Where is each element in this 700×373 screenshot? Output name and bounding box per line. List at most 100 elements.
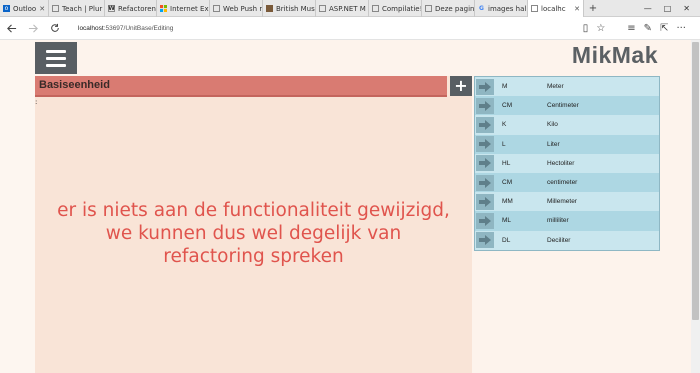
select-arrow-icon[interactable]	[476, 97, 494, 114]
unit-list: M Meter CM Centimeter K Kilo L Liter HL Hectolite…	[474, 76, 660, 251]
unit-row[interactable]: CM Centimeter	[475, 96, 659, 116]
tab-web-push[interactable]: Web Push r	[210, 0, 263, 17]
share-icon[interactable]: ⇱	[660, 23, 668, 34]
unit-name: Meter	[547, 83, 564, 91]
unit-row[interactable]: K Kilo	[475, 115, 659, 135]
close-tab-icon[interactable]: ✕	[36, 5, 45, 13]
tab-images[interactable]: G images hall	[475, 0, 528, 17]
tab-outlook[interactable]: o Outloo ✕	[0, 0, 49, 17]
page-content: MikMak Basiseenheid + : er is niets aan …	[0, 40, 700, 373]
window-controls: — □ ✕	[644, 0, 700, 16]
select-arrow-icon[interactable]	[476, 212, 494, 229]
info-message: er is niets aan de functionaliteit gewij…	[57, 200, 450, 267]
url-path: :53697/UnitBase/Editing	[103, 24, 174, 32]
select-arrow-icon[interactable]	[476, 232, 494, 249]
web-note-icon[interactable]: ✎	[644, 23, 652, 34]
unit-code: CM	[502, 179, 513, 187]
select-arrow-icon[interactable]	[476, 116, 494, 133]
hub-icon[interactable]: ≡	[627, 23, 635, 34]
panel-title: Basiseenheid	[39, 79, 110, 91]
tab-label: British Mus	[276, 4, 315, 13]
page-icon	[213, 5, 220, 12]
google-icon: G	[479, 5, 484, 12]
maximize-icon[interactable]: □	[664, 4, 672, 13]
scrollbar-thumb[interactable]	[692, 42, 699, 320]
tab-label: Compilatie!	[382, 4, 422, 13]
app-brand: MikMak	[571, 42, 658, 68]
browser-window: o Outloo ✕ Teach | Plur W Refactoren Int…	[0, 0, 700, 373]
unit-code: M	[502, 83, 508, 91]
unit-row[interactable]: M Meter	[475, 77, 659, 97]
unit-name: Hectoliter	[547, 159, 575, 167]
unit-name: Centimeter	[547, 102, 579, 110]
url-host: localhost	[78, 24, 104, 32]
menu-bar-icon	[46, 56, 66, 60]
tab-localhost[interactable]: localhc ✕	[528, 0, 584, 17]
tab-label: Outloo	[13, 4, 37, 13]
close-window-icon[interactable]: ✕	[683, 4, 690, 13]
unit-name: milliliter	[547, 217, 569, 225]
close-tab-icon[interactable]: ✕	[571, 5, 580, 13]
tab-compilatie[interactable]: Compilatie!	[369, 0, 422, 17]
unit-code: MM	[502, 198, 513, 206]
url-field[interactable]: localhost:53697/UnitBase/Editing	[78, 25, 583, 32]
reading-view-icon[interactable]: ▯	[583, 23, 589, 34]
select-arrow-icon[interactable]	[476, 136, 494, 153]
panel-header: Basiseenheid	[35, 76, 447, 97]
hamburger-menu-button[interactable]	[35, 42, 77, 74]
page-icon	[319, 5, 326, 12]
unit-code: K	[502, 121, 507, 129]
select-arrow-icon[interactable]	[476, 155, 494, 172]
tab-aspnet[interactable]: ASP.NET M	[316, 0, 369, 17]
outlook-icon: o	[3, 5, 10, 12]
unit-row[interactable]: ML milliliter	[475, 211, 659, 231]
browser-actions: ▯ ☆ ≡ ✎ ⇱ ···	[583, 23, 700, 34]
unit-row[interactable]: CM centimeter	[475, 173, 659, 193]
unit-name: Millemeter	[547, 198, 577, 206]
menu-bar-icon	[46, 63, 66, 67]
tab-label: Web Push r	[223, 4, 263, 13]
unit-row[interactable]: L Liter	[475, 134, 659, 154]
refresh-button[interactable]	[44, 17, 66, 39]
left-gutter	[0, 40, 35, 373]
more-icon[interactable]: ···	[676, 23, 686, 34]
tab-label: localhc	[541, 4, 566, 13]
page-icon	[425, 5, 432, 12]
menu-bar-icon	[46, 49, 66, 53]
tab-teach[interactable]: Teach | Plur	[49, 0, 105, 17]
tab-label: Internet Ex	[170, 4, 209, 13]
select-arrow-icon[interactable]	[476, 174, 494, 191]
minimize-icon[interactable]: —	[644, 4, 652, 13]
select-arrow-icon[interactable]	[476, 193, 494, 210]
field-label: :	[35, 98, 38, 106]
unit-name: Deciliter	[547, 236, 571, 244]
address-bar: localhost:53697/UnitBase/Editing ▯ ☆ ≡ ✎…	[0, 17, 700, 40]
favorites-star-icon[interactable]: ☆	[596, 23, 605, 34]
tab-label: Teach | Plur	[62, 4, 103, 13]
unit-code: CM	[502, 102, 513, 110]
windows-icon	[160, 5, 167, 12]
unit-row[interactable]: MM Millemeter	[475, 192, 659, 212]
tab-label: Deze pagin	[435, 4, 475, 13]
forward-arrow-icon	[28, 23, 38, 33]
wikipedia-icon: W	[108, 5, 115, 12]
select-arrow-icon[interactable]	[476, 78, 494, 95]
refresh-icon	[51, 23, 59, 32]
vertical-scrollbar[interactable]	[691, 40, 700, 373]
unit-row[interactable]: HL Hectoliter	[475, 153, 659, 173]
tab-internet-explorer[interactable]: Internet Ex	[157, 0, 210, 17]
unit-row[interactable]: DL Deciliter	[475, 230, 659, 250]
unit-code: DL	[502, 236, 511, 244]
unit-code: L	[502, 140, 506, 148]
tab-label: Refactoren	[118, 4, 156, 13]
back-button[interactable]	[0, 17, 22, 39]
back-arrow-icon	[6, 23, 16, 33]
forward-button[interactable]	[22, 17, 44, 39]
page-icon	[372, 5, 379, 12]
tab-refactoren[interactable]: W Refactoren	[105, 0, 157, 17]
page-icon	[531, 5, 538, 12]
tab-deze-pagina[interactable]: Deze pagin	[422, 0, 475, 17]
tab-british-museum[interactable]: British Mus	[263, 0, 316, 17]
add-button[interactable]: +	[450, 76, 472, 96]
new-tab-button[interactable]: +	[584, 0, 602, 16]
